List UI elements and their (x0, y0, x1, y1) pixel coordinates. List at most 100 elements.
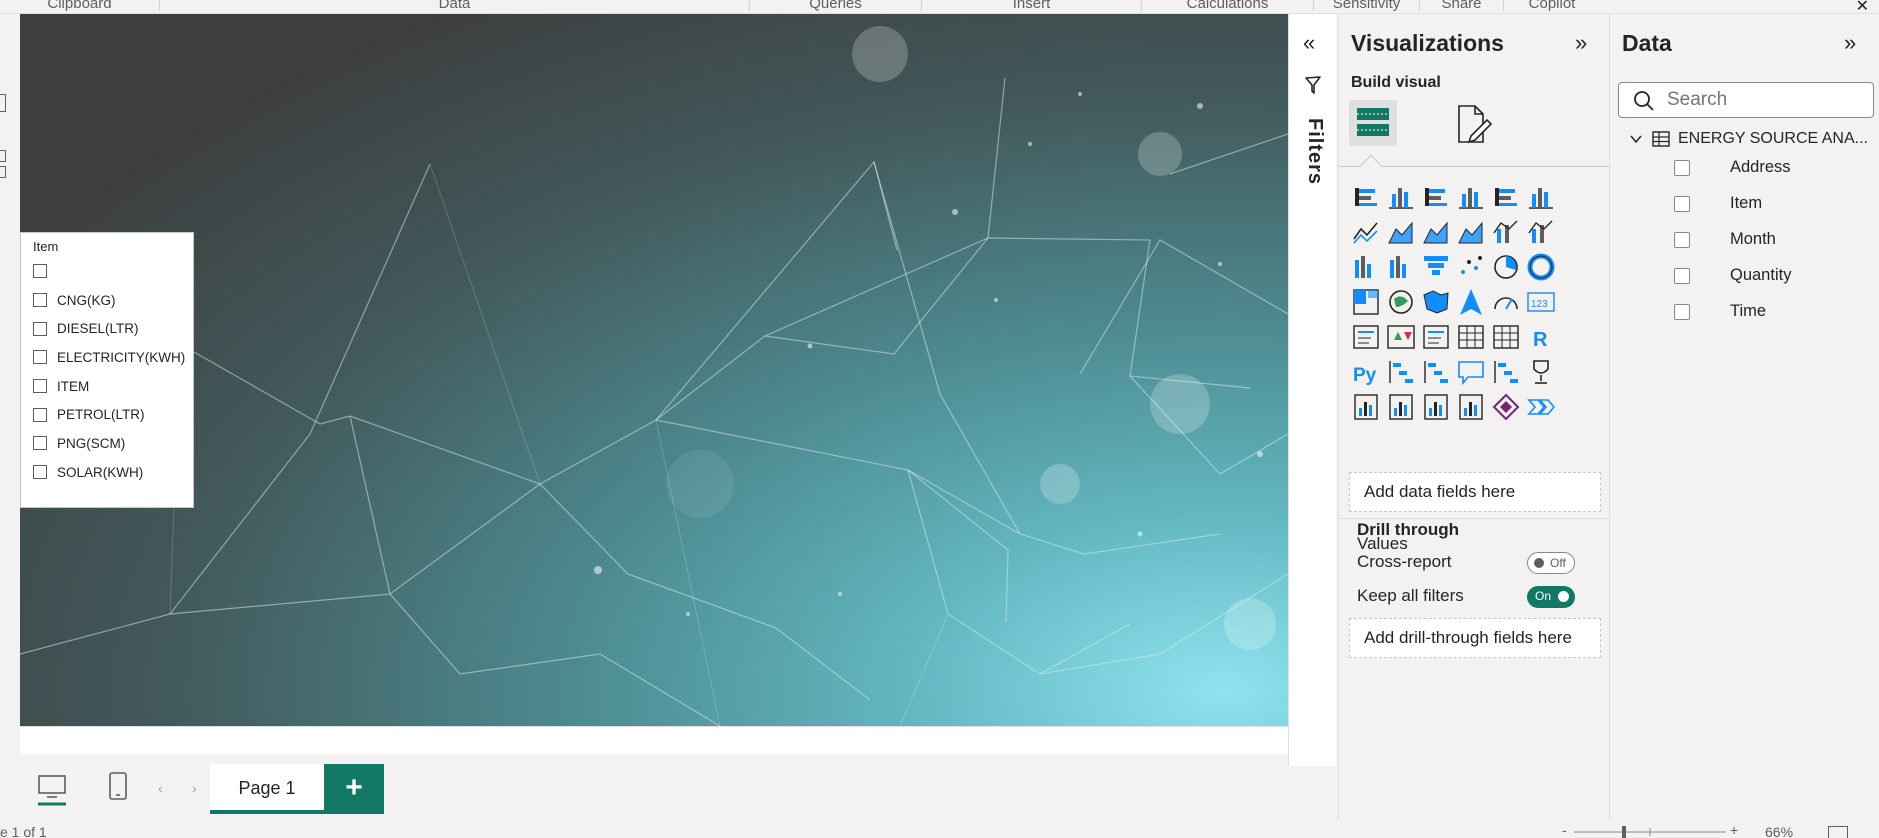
slicer-checkbox[interactable] (33, 293, 47, 308)
area-chart-icon[interactable] (1384, 215, 1418, 249)
key-influencers-icon[interactable] (1384, 355, 1418, 389)
100-stacked-bar-chart-icon[interactable] (1489, 180, 1523, 214)
status-bar: e 1 of 1 - + 66% (0, 820, 1879, 838)
drill-through-well[interactable]: Add drill-through fields here (1349, 618, 1601, 658)
treemap-icon[interactable] (1349, 285, 1383, 319)
slicer-item[interactable]: DIESEL(LTR) (33, 314, 185, 343)
slicer-icon[interactable] (1419, 320, 1453, 354)
smart-narrative-icon[interactable] (1489, 355, 1523, 389)
table-view-icon[interactable] (0, 150, 6, 162)
python-visual-icon[interactable]: Py (1349, 355, 1383, 389)
map-icon[interactable] (1384, 285, 1418, 319)
expand-right-icon[interactable]: » (1844, 30, 1856, 56)
slicer-item[interactable]: CNG(KG) (33, 286, 185, 315)
page-tab-page-1[interactable]: Page 1 (210, 764, 324, 814)
report-view-icon[interactable] (0, 94, 6, 112)
azure-map-2-icon[interactable] (1454, 390, 1488, 424)
next-page-arrow-icon[interactable]: › (192, 780, 197, 796)
qna-icon[interactable] (1454, 355, 1488, 389)
stacked-column-chart-icon[interactable] (1384, 180, 1418, 214)
azure-map-icon[interactable] (1454, 285, 1488, 319)
stacked-area-chart-icon[interactable] (1419, 215, 1453, 249)
line-chart-icon[interactable] (1349, 215, 1383, 249)
slicer-item-label: CNG(KG) (57, 292, 116, 308)
waterfall-chart-icon[interactable] (1384, 250, 1418, 284)
ribbon-group-calculations: Calculations (1142, 0, 1314, 11)
multi-row-card-icon[interactable] (1349, 320, 1383, 354)
search-box[interactable] (1618, 82, 1874, 118)
slicer-checkbox[interactable] (33, 436, 47, 451)
stacked-bar-chart-icon[interactable] (1349, 180, 1383, 214)
field-checkbox[interactable] (1674, 303, 1690, 320)
filters-pane[interactable]: « Filters (1288, 14, 1336, 766)
values-well[interactable]: Add data fields here (1349, 472, 1601, 512)
filled-map-icon[interactable] (1419, 285, 1453, 319)
report-canvas[interactable] (20, 14, 1288, 726)
field-month[interactable]: Month (1674, 230, 1776, 249)
keep-all-filters-toggle[interactable]: On (1527, 586, 1575, 608)
model-view-icon[interactable] (0, 166, 6, 178)
desktop-layout-icon[interactable] (36, 770, 68, 806)
field-checkbox[interactable] (1674, 195, 1690, 212)
field-address[interactable]: Address (1674, 158, 1791, 177)
slicer-checkbox[interactable] (33, 379, 47, 394)
power-automate-icon[interactable] (1524, 390, 1558, 424)
line-stacked-column-icon[interactable] (1489, 215, 1523, 249)
field-checkbox[interactable] (1674, 159, 1690, 176)
clustered-column-chart-icon[interactable] (1454, 180, 1488, 214)
table-icon[interactable] (1454, 320, 1488, 354)
expand-right-icon[interactable]: » (1575, 30, 1587, 56)
clustered-bar-chart-icon[interactable] (1419, 180, 1453, 214)
matrix-icon[interactable] (1489, 320, 1523, 354)
field-quantity[interactable]: Quantity (1674, 266, 1791, 285)
funnel-chart-icon[interactable] (1419, 250, 1453, 284)
gauge-icon[interactable] (1489, 285, 1523, 319)
format-visual-icon[interactable] (1451, 102, 1495, 146)
pie-chart-icon[interactable] (1489, 250, 1523, 284)
paginated-report-icon[interactable] (1349, 390, 1383, 424)
slicer-checkbox[interactable] (33, 465, 47, 480)
card-icon[interactable]: 123 (1524, 285, 1558, 319)
slicer-checkbox[interactable] (33, 407, 47, 422)
100-stacked-area-chart-icon[interactable] (1454, 215, 1488, 249)
slicer-checkbox[interactable] (33, 264, 47, 279)
previous-page-arrow-icon[interactable]: ‹ (158, 780, 163, 796)
r-visual-icon[interactable]: R (1524, 320, 1558, 354)
item-slicer[interactable]: Item CNG(KG) DIESEL(LTR) ELECTRICITY(KWH… (20, 232, 194, 508)
mobile-layout-icon[interactable] (106, 770, 130, 804)
ribbon-chart-icon[interactable] (1349, 250, 1383, 284)
search-input[interactable] (1667, 87, 1867, 113)
table-node-energy-source[interactable]: ENERGY SOURCE ANA... (1630, 130, 1868, 148)
line-clustered-column-icon[interactable] (1524, 215, 1558, 249)
visualizations-title: Visualizations (1351, 30, 1504, 56)
slicer-item[interactable]: SOLAR(KWH) (33, 458, 185, 487)
slicer-item[interactable]: ITEM (33, 372, 185, 401)
field-checkbox[interactable] (1674, 267, 1690, 284)
zoom-slider[interactable]: - + (1560, 822, 1740, 838)
field-time[interactable]: Time (1674, 302, 1766, 321)
build-visual-button[interactable] (1349, 100, 1397, 146)
slicer-item[interactable] (33, 257, 185, 286)
field-item[interactable]: Item (1674, 194, 1762, 213)
field-checkbox[interactable] (1674, 231, 1690, 248)
add-page-button[interactable]: + (324, 764, 384, 814)
slicer-checkbox[interactable] (33, 350, 47, 365)
slicer-item[interactable]: ELECTRICITY(KWH) (33, 343, 185, 372)
chevron-down-icon[interactable] (1630, 133, 1642, 145)
filters-label[interactable]: Filters (1303, 118, 1326, 185)
button-slicer-icon[interactable] (1419, 390, 1453, 424)
collapse-left-icon[interactable]: « (1303, 30, 1315, 56)
cross-report-toggle[interactable]: Off (1527, 552, 1575, 574)
slicer-checkbox[interactable] (33, 321, 47, 336)
fit-to-page-icon[interactable] (1828, 826, 1848, 838)
new-card-icon[interactable] (1384, 390, 1418, 424)
slicer-item[interactable]: PETROL(LTR) (33, 400, 185, 429)
metrics-icon[interactable] (1524, 355, 1558, 389)
100-stacked-column-chart-icon[interactable] (1524, 180, 1558, 214)
donut-chart-icon[interactable] (1524, 250, 1558, 284)
kpi-icon[interactable] (1384, 320, 1418, 354)
decomposition-tree-icon[interactable] (1419, 355, 1453, 389)
scatter-chart-icon[interactable] (1454, 250, 1488, 284)
power-apps-icon[interactable] (1489, 390, 1523, 424)
slicer-item[interactable]: PNG(SCM) (33, 429, 185, 458)
